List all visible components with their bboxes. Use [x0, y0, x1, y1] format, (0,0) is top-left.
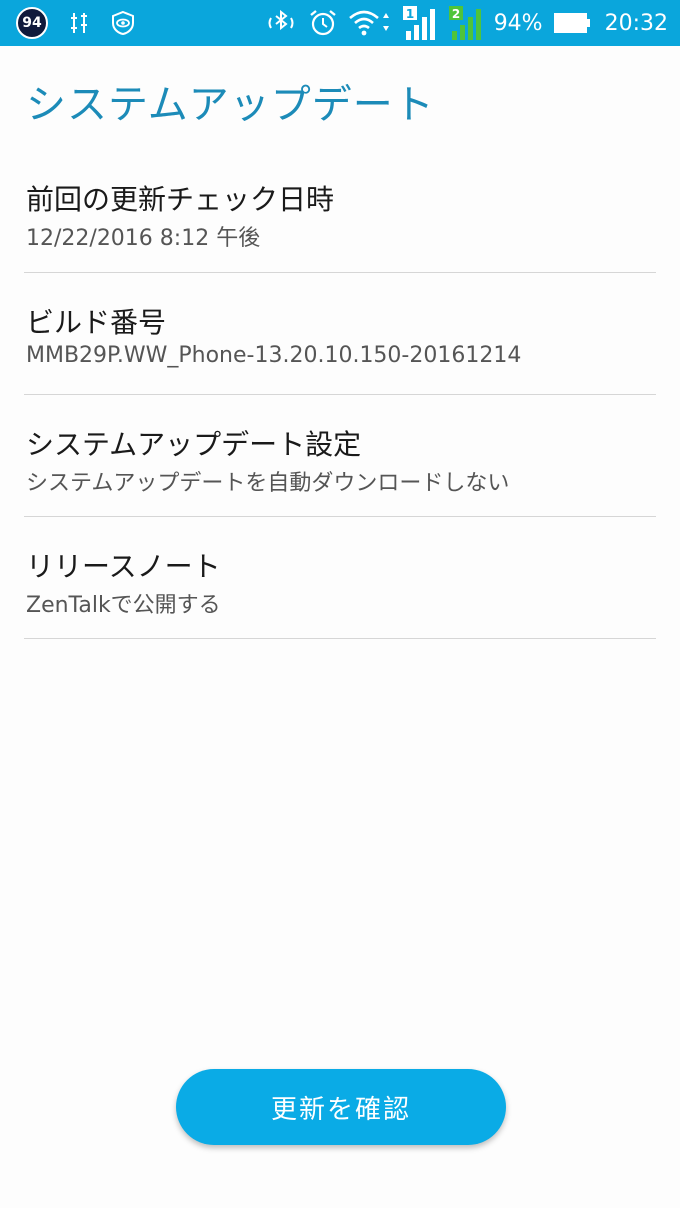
item-subtitle: MMB29P.WW_Phone-13.20.10.150-20161214 [26, 343, 522, 368]
status-bar-right: 1 2 94% 20:32 [264, 0, 668, 46]
badge-94-icon: 94 [16, 7, 48, 39]
list-item-update-settings[interactable]: システムアップデート設定 システムアップデートを自動ダウンロードしない [24, 395, 656, 517]
signal-sim1-icon: 1 [402, 5, 438, 41]
battery-icon [553, 12, 591, 34]
item-subtitle: 12/22/2016 8:12 午後 [26, 226, 261, 251]
item-subtitle: システムアップデートを自動ダウンロードしない [26, 471, 510, 496]
item-title: システムアップデート設定 [26, 428, 362, 461]
item-title: ビルド番号 [26, 306, 167, 339]
list-item-release-notes[interactable]: リリースノート ZenTalkで公開する [24, 517, 656, 639]
page-title: システムアップデート [26, 82, 435, 128]
status-bar-left: 94 [16, 0, 136, 46]
signal-sim2-icon: 2 [448, 5, 484, 41]
list-item-build-number[interactable]: ビルド番号 MMB29P.WW_Phone-13.20.10.150-20161… [24, 273, 656, 395]
item-title: リリースノート [26, 550, 221, 583]
settings-list: 前回の更新チェック日時 12/22/2016 8:12 午後 ビルド番号 MMB… [24, 150, 656, 639]
equalizer-icon [70, 11, 88, 35]
list-item-last-check[interactable]: 前回の更新チェック日時 12/22/2016 8:12 午後 [24, 150, 656, 273]
sim2-label: 2 [452, 7, 460, 21]
item-subtitle: ZenTalkで公開する [26, 593, 221, 618]
bluetooth-icon [264, 9, 298, 37]
clock: 20:32 [604, 10, 668, 36]
sim1-label: 1 [406, 7, 414, 21]
eye-shield-icon [110, 10, 136, 36]
status-bar: 94 1 2 94% 20:32 [0, 0, 680, 46]
wifi-icon [348, 9, 392, 37]
item-title: 前回の更新チェック日時 [26, 183, 335, 216]
battery-percent: 94% [493, 10, 543, 36]
check-update-button[interactable]: 更新を確認 [176, 1069, 506, 1145]
alarm-icon [308, 8, 338, 38]
